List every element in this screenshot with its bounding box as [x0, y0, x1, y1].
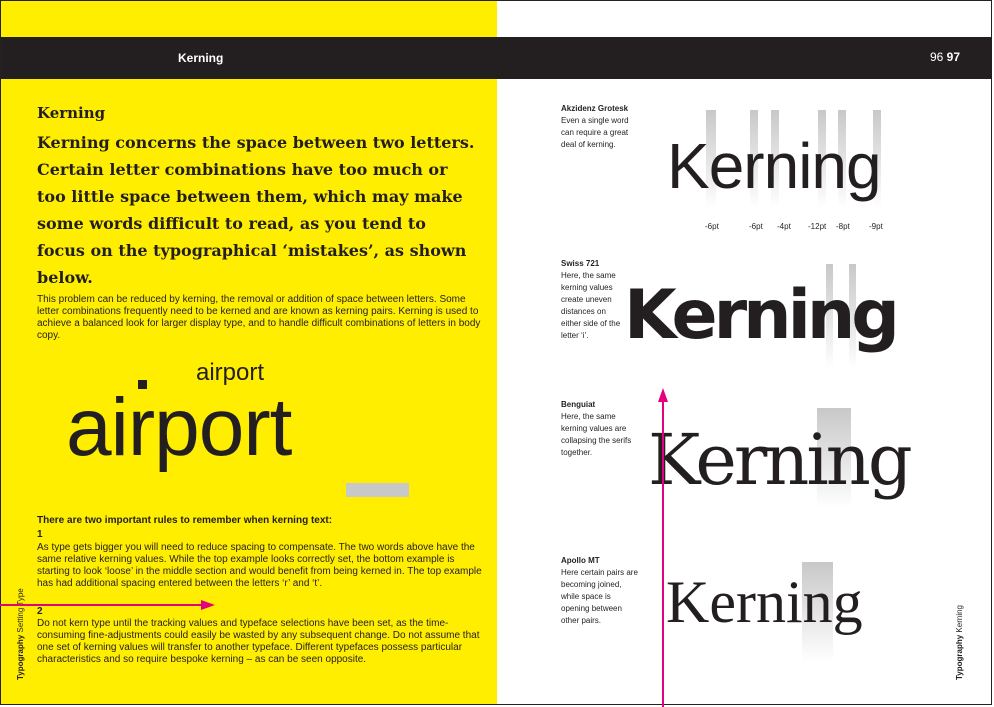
example-word-swiss: Kerning [624, 276, 900, 355]
example-word-benguiat: Kerning [648, 419, 913, 501]
caption-2: Here, the same kerning values create une… [561, 271, 621, 340]
header-bar [1, 37, 992, 79]
kern-value: -12pt [808, 222, 827, 231]
font-name-2: Swiss 721 [561, 259, 600, 268]
arrow-up-icon [658, 388, 668, 707]
font-name-4: Apollo MT [561, 556, 600, 565]
kern-value: -6pt [705, 222, 719, 231]
left-side-label-bold: Typography [16, 634, 25, 680]
rule-1-text: As type gets bigger you will need to red… [37, 542, 482, 589]
font-name-1: Akzidenz Grotesk [561, 104, 629, 113]
rule-2-text: Do not kern type until the tracking valu… [37, 618, 480, 665]
caption-1: Even a single word can require a great d… [561, 116, 629, 149]
body-paragraph: This problem can be reduced by kerning, … [37, 294, 481, 341]
kerning-highlight-bar [346, 483, 409, 497]
page-number-right: 97 [946, 50, 960, 64]
section-heading: Kerning [37, 104, 106, 122]
right-side-label-bold: Typography [955, 634, 964, 680]
lede-paragraph: Kerning concerns the space between two l… [37, 133, 475, 287]
example-word-akzidenz: Kerning [667, 130, 882, 202]
kern-value: -8pt [836, 222, 850, 231]
left-side-label-text: Setting Type [16, 588, 25, 633]
kern-value: -9pt [869, 222, 883, 231]
rule-1-number: 1 [37, 529, 43, 540]
page-number-left: 96 [929, 50, 944, 64]
kern-value: -6pt [749, 222, 763, 231]
arrow-right-icon [0, 600, 215, 610]
caption-4: Here certain pairs are becoming joined, … [561, 568, 638, 625]
font-name-3: Benguiat [561, 400, 596, 409]
page-numbers: 96 97 [930, 50, 960, 64]
caption-3: Here, the same kerning values are collap… [561, 412, 632, 457]
rules-heading: There are two important rules to remembe… [37, 515, 333, 526]
right-side-label: Typography Kerning [955, 605, 964, 680]
right-side-label-text: Kerning [955, 605, 964, 633]
sample-word-large: airport [66, 382, 292, 473]
example-word-apollo: Kerning [666, 569, 863, 635]
running-head-title: Kerning [178, 51, 224, 65]
kern-value: -4pt [777, 222, 791, 231]
